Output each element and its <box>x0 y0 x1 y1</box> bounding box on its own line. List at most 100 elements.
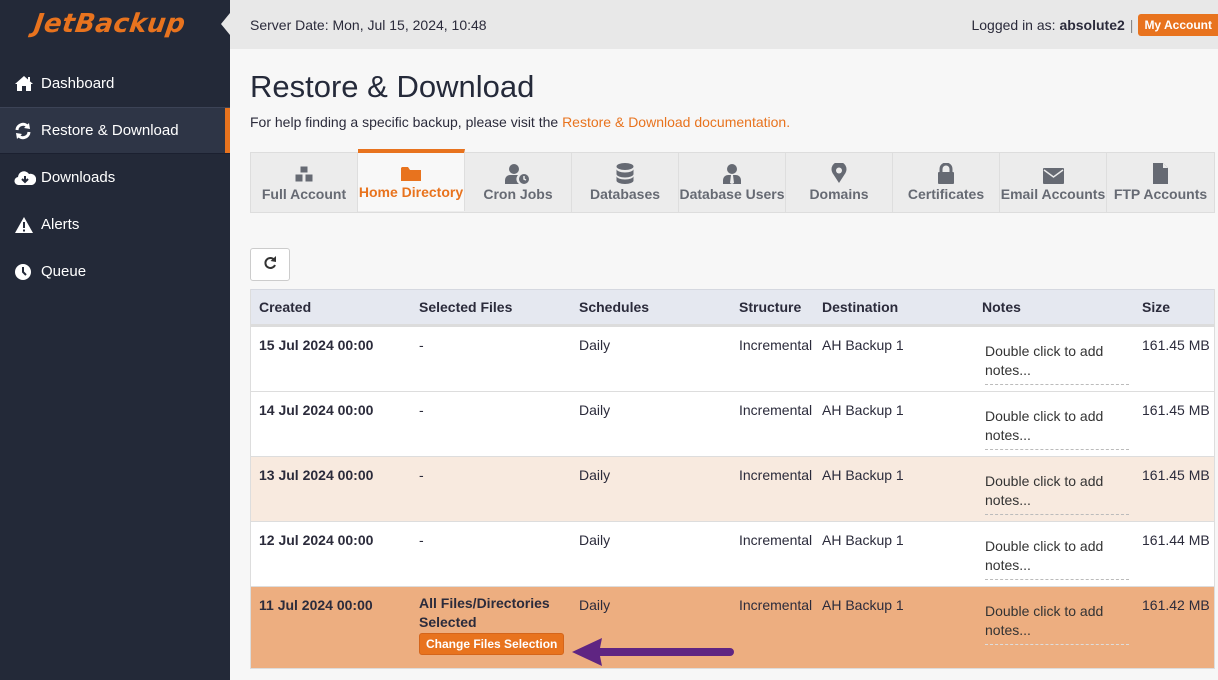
cell-schedules: Daily <box>579 467 611 483</box>
username: absolute2 <box>1059 16 1125 33</box>
tab-label: Database Users <box>679 186 785 202</box>
cell-structure: Incremental <box>739 532 813 548</box>
cell-created: 11 Jul 2024 00:00 <box>259 597 373 613</box>
sidebar-item-queue[interactable]: Queue <box>0 248 230 295</box>
sidebar-toggle-notch <box>221 13 230 35</box>
cell-structure: Incremental <box>739 467 813 483</box>
table-row[interactable]: 14 Jul 2024 00:00 - Daily Incremental AH… <box>251 392 1214 457</box>
annotation-arrow-icon <box>572 638 734 666</box>
notes-field[interactable]: Double click to add notes... <box>985 407 1129 450</box>
cell-created: 12 Jul 2024 00:00 <box>259 532 374 548</box>
logged-in-label: Logged in as: <box>971 16 1056 33</box>
cell-destination: AH Backup 1 <box>822 597 904 613</box>
tab-full-account[interactable]: Full Account <box>251 153 358 212</box>
column-notes: Notes <box>982 299 1021 315</box>
notes-field[interactable]: Double click to add notes... <box>985 537 1129 580</box>
selected-files-text: All Files/Directories Selected <box>419 595 550 630</box>
server-date: Server Date: Mon, Jul 15, 2024, 10:48 <box>250 16 487 33</box>
cell-destination: AH Backup 1 <box>822 337 904 353</box>
refresh-icon <box>263 255 278 274</box>
cell-schedules: Daily <box>579 532 611 548</box>
cubes-icon <box>293 162 315 184</box>
help-text: For help finding a specific backup, plea… <box>250 114 1218 130</box>
cell-structure: Incremental <box>739 337 813 353</box>
notes-field[interactable]: Double click to add notes... <box>985 602 1129 645</box>
tab-databases[interactable]: Databases <box>572 153 679 212</box>
sidebar-nav: Dashboard Restore & Download Downloads A… <box>0 60 230 295</box>
tab-domains[interactable]: Domains <box>786 153 893 212</box>
user-tie-icon <box>723 162 741 184</box>
cell-size: 161.45 MB <box>1142 467 1210 483</box>
file-icon <box>1153 162 1168 184</box>
column-destination: Destination <box>822 299 899 315</box>
cell-notes: Double click to add notes... <box>974 522 1134 586</box>
cell-schedules: Daily <box>579 337 611 353</box>
folder-icon <box>401 160 421 182</box>
cell-structure: Incremental <box>739 597 813 613</box>
refresh-button[interactable] <box>250 248 290 281</box>
map-marker-icon <box>831 162 847 184</box>
warning-icon <box>14 216 36 234</box>
cell-created: 13 Jul 2024 00:00 <box>259 467 374 483</box>
tab-label: FTP Accounts <box>1113 186 1208 202</box>
table-row[interactable]: 13 Jul 2024 00:00 - Daily Incremental AH… <box>251 457 1214 522</box>
cell-size: 161.45 MB <box>1142 337 1210 353</box>
sidebar-item-downloads[interactable]: Downloads <box>0 154 230 201</box>
cell-destination: AH Backup 1 <box>822 402 904 418</box>
help-text-body: For help finding a specific backup, plea… <box>250 114 559 130</box>
table-row[interactable]: 12 Jul 2024 00:00 - Daily Incremental AH… <box>251 522 1214 587</box>
sidebar-item-restore-download[interactable]: Restore & Download <box>0 107 230 154</box>
clock-icon <box>14 263 36 281</box>
notes-field[interactable]: Double click to add notes... <box>985 472 1129 515</box>
tab-ftp-accounts[interactable]: FTP Accounts <box>1107 153 1214 212</box>
column-structure: Structure <box>739 299 802 315</box>
database-icon <box>616 162 634 184</box>
cell-notes: Double click to add notes... <box>974 457 1134 521</box>
table-row[interactable]: 15 Jul 2024 00:00 - Daily Incremental AH… <box>251 327 1214 392</box>
cell-selected-files: - <box>419 467 424 483</box>
notes-field[interactable]: Double click to add notes... <box>985 342 1129 385</box>
cloud-download-icon <box>14 169 36 187</box>
tab-label: Domains <box>809 186 869 202</box>
logo-text: JetBackup <box>32 9 188 39</box>
backup-type-tabs: Full Account Home Directory Cron Jobs Da… <box>250 149 1215 213</box>
home-icon <box>14 75 36 93</box>
sidebar-item-label: Downloads <box>41 169 116 186</box>
tab-label: Email Accounts <box>1000 186 1106 202</box>
tab-label: Cron Jobs <box>483 186 553 202</box>
tab-cron-jobs[interactable]: Cron Jobs <box>465 153 572 212</box>
cell-created: 14 Jul 2024 00:00 <box>259 402 374 418</box>
sidebar-item-alerts[interactable]: Alerts <box>0 201 230 248</box>
column-schedules: Schedules <box>579 299 650 315</box>
cell-structure: Incremental <box>739 402 813 418</box>
page-title: Restore & Download <box>250 69 535 104</box>
main-content: Restore & Download For help finding a sp… <box>250 49 1218 669</box>
refresh-icon <box>14 122 36 140</box>
tab-email-accounts[interactable]: Email Accounts <box>1000 153 1107 212</box>
my-account-button[interactable]: My Account <box>1138 13 1218 36</box>
cell-selected-files: - <box>419 532 424 548</box>
cell-size: 161.44 MB <box>1142 532 1210 548</box>
cell-notes: Double click to add notes... <box>974 327 1134 391</box>
cell-selected-files: All Files/Directories Selected Change Fi… <box>411 587 571 668</box>
tab-label: Certificates <box>907 186 985 202</box>
user-info: Logged in as: absolute2 | My Account <box>971 13 1218 36</box>
cell-size: 161.42 MB <box>1142 597 1210 613</box>
cell-selected-files: - <box>419 337 424 353</box>
column-selected-files: Selected Files <box>419 299 513 315</box>
tab-label: Full Account <box>261 186 347 202</box>
documentation-link[interactable]: Restore & Download documentation. <box>562 114 790 130</box>
tab-home-directory[interactable]: Home Directory <box>358 149 465 211</box>
sidebar-item-label: Dashboard <box>41 75 115 92</box>
table-header: Created Selected Files Schedules Structu… <box>251 289 1214 327</box>
column-size: Size <box>1142 299 1171 315</box>
sidebar-item-dashboard[interactable]: Dashboard <box>0 60 230 107</box>
column-created[interactable]: Created <box>251 299 411 315</box>
change-files-selection-button[interactable]: Change Files Selection <box>419 633 565 655</box>
cell-notes: Double click to add notes... <box>974 392 1134 456</box>
logo[interactable]: JetBackup <box>0 0 230 48</box>
tab-database-users[interactable]: Database Users <box>679 153 786 212</box>
cell-notes: Double click to add notes... <box>974 587 1134 668</box>
tab-certificates[interactable]: Certificates <box>893 153 1000 212</box>
cell-created: 15 Jul 2024 00:00 <box>259 337 374 353</box>
